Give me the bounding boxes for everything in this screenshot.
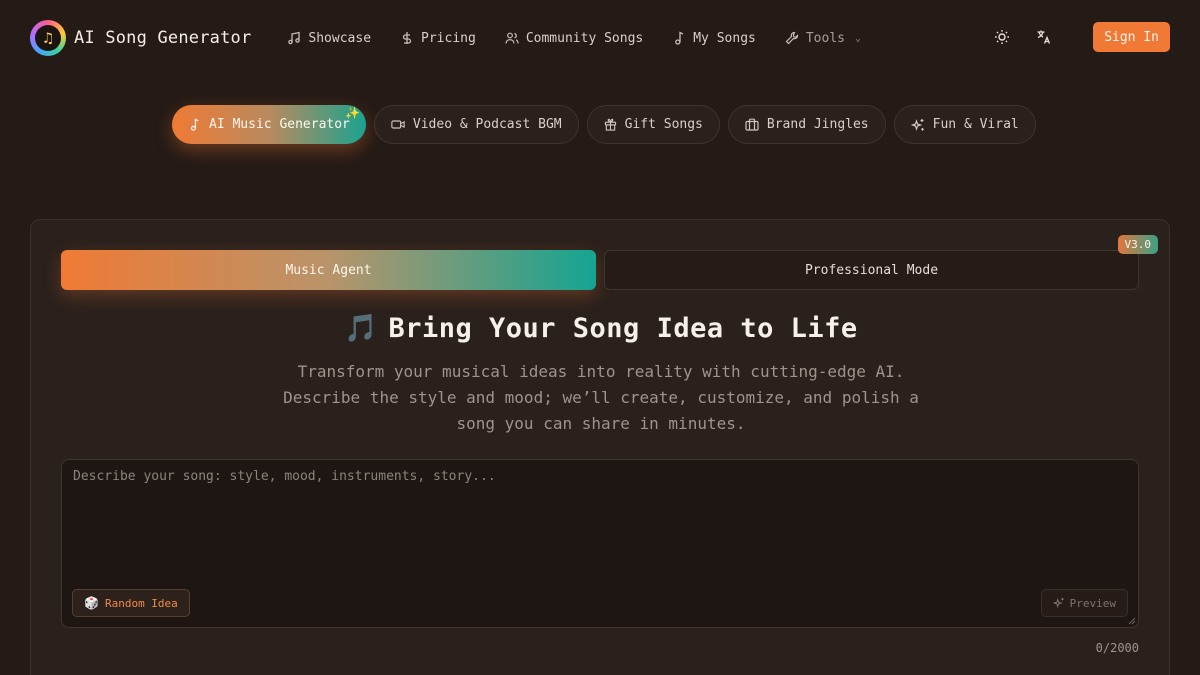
nav-pricing[interactable]: Pricing [400, 31, 476, 46]
music-note-icon [672, 31, 686, 45]
music-note-icon [287, 31, 301, 45]
preview-button[interactable]: Preview [1040, 589, 1128, 617]
logo-text: AI Song Generator [74, 28, 252, 48]
song-description-input[interactable] [62, 460, 1138, 627]
category-label: AI Music Generator [209, 117, 350, 132]
sparkle-icon: ✨ [344, 106, 360, 120]
nav-label: Pricing [421, 30, 476, 46]
song-generator-card: Music Agent Professional Mode V3.0 🎵 Brin… [30, 219, 1170, 675]
page-title: 🎵 Bring Your Song Idea to Life [31, 312, 1171, 344]
nav-showcase[interactable]: Showcase [287, 31, 371, 46]
version-badge: V3.0 [1117, 235, 1158, 254]
preview-label: Preview [1069, 596, 1116, 610]
wrench-icon [785, 31, 799, 45]
category-video-podcast-bgm[interactable]: Video & Podcast BGM [373, 105, 579, 144]
random-idea-label: Random Idea [104, 596, 178, 610]
nav-label: Community Songs [525, 30, 644, 46]
resize-handle-icon[interactable] [1128, 617, 1136, 625]
language-translate-icon[interactable] [1029, 22, 1059, 52]
mode-tabs: Music Agent Professional Mode [61, 250, 1139, 290]
nav-my-songs[interactable]: My Songs [672, 31, 756, 46]
category-pills: AI Music Generator ✨ Video & Podcast BGM… [172, 105, 1044, 144]
sparkles-icon [1052, 597, 1065, 609]
category-label: Gift Songs [624, 117, 703, 132]
nav-label: Tools [805, 30, 845, 46]
logo[interactable]: ♫ AI Song Generator [30, 20, 251, 56]
song-description-box: 🎲 Random Idea Preview [61, 459, 1139, 628]
sign-in-button[interactable]: Sign In [1093, 22, 1170, 52]
logo-icon: ♫ [30, 20, 66, 56]
category-gift-songs[interactable]: Gift Songs [586, 105, 720, 144]
category-label: Fun & Viral [932, 117, 1019, 132]
category-fun-viral[interactable]: Fun & Viral [893, 105, 1036, 144]
dice-icon: 🎲 [84, 596, 99, 610]
character-count: 0/2000 [1095, 641, 1139, 655]
briefcase-icon [745, 118, 759, 131]
category-label: Brand Jingles [766, 117, 869, 132]
main-nav: Showcase Pricing Community Songs My Song… [287, 31, 890, 46]
video-icon [391, 118, 405, 131]
gift-icon [604, 118, 617, 131]
nav-tools-dropdown[interactable]: Tools ⌄ [785, 31, 861, 46]
tab-music-agent[interactable]: Music Agent [61, 250, 596, 290]
sparkles-icon [910, 118, 925, 132]
category-ai-music-generator[interactable]: AI Music Generator ✨ [172, 105, 366, 144]
top-header: ♫ AI Song Generator Showcase Pricing Com… [0, 0, 1200, 76]
header-actions: Sign In [987, 22, 1170, 52]
dollar-icon [400, 31, 414, 45]
nav-label: My Songs [693, 30, 756, 46]
category-brand-jingles[interactable]: Brand Jingles [727, 105, 886, 144]
music-note-icon [188, 118, 201, 131]
music-notes-emoji-icon: 🎵 [344, 313, 379, 344]
nav-label: Showcase [308, 30, 372, 46]
chevron-down-icon: ⌄ [855, 32, 862, 44]
users-icon [505, 31, 519, 45]
nav-community-songs[interactable]: Community Songs [505, 31, 643, 46]
page-title-text: Bring Your Song Idea to Life [388, 313, 858, 344]
tab-professional-mode[interactable]: Professional Mode [604, 250, 1139, 290]
random-idea-button[interactable]: 🎲 Random Idea [72, 589, 190, 617]
theme-toggle-sun-icon[interactable] [987, 22, 1017, 52]
category-label: Video & Podcast BGM [412, 117, 562, 132]
page-subtitle: Transform your musical ideas into realit… [283, 362, 919, 433]
